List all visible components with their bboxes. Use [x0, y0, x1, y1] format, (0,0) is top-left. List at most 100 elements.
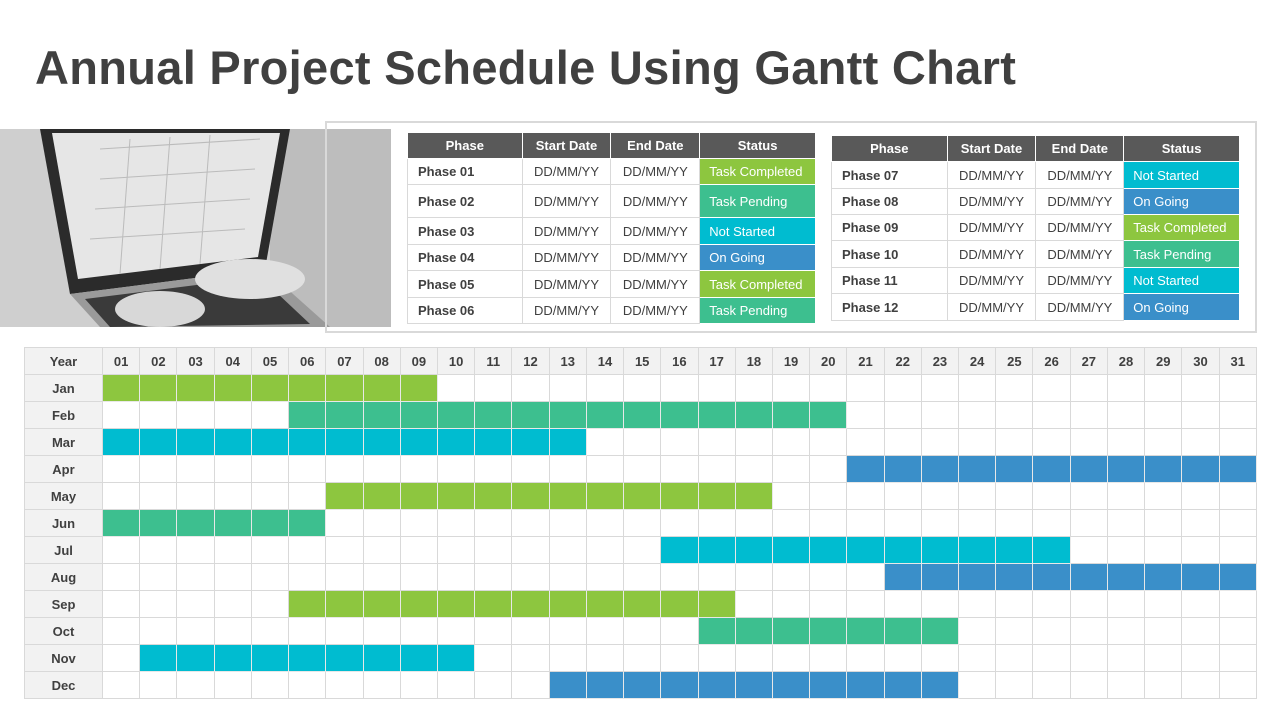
gantt-cell — [139, 482, 178, 510]
gantt-cell — [474, 455, 513, 483]
gantt-cell — [1144, 374, 1183, 402]
gantt-cell — [920, 401, 960, 429]
gantt-cell — [213, 590, 252, 618]
gantt-cell — [176, 617, 215, 645]
month-label: Jul — [24, 536, 103, 564]
gantt-cell — [623, 644, 662, 672]
gantt-cell — [1032, 401, 1071, 429]
gantt-cell — [288, 671, 327, 699]
gantt-bar-cell — [325, 428, 364, 456]
gantt-bar-cell — [623, 671, 662, 699]
day-header: 20 — [809, 347, 848, 375]
gantt-row-nov: Nov — [24, 644, 1258, 672]
table-row: Phase 01 DD/MM/YY DD/MM/YY Task Completed — [407, 158, 816, 185]
gantt-cell — [585, 563, 625, 591]
gantt-cell — [958, 374, 997, 402]
gantt-cell — [1032, 644, 1071, 672]
year-header: Year — [24, 347, 103, 375]
day-header: 13 — [548, 347, 587, 375]
day-header: 04 — [213, 347, 252, 375]
gantt-cell — [1144, 536, 1183, 564]
gantt-row-feb: Feb — [24, 401, 1258, 429]
gantt-cell — [548, 617, 587, 645]
end-date-cell: DD/MM/YY — [1035, 293, 1125, 321]
gantt-cell — [958, 671, 997, 699]
gantt-cell — [250, 482, 290, 510]
gantt-bar-cell — [995, 455, 1034, 483]
gantt-bar-cell — [734, 617, 773, 645]
gantt-bar-cell — [771, 617, 811, 645]
gantt-bar-cell — [250, 644, 290, 672]
gantt-cell — [958, 590, 997, 618]
end-date-cell: DD/MM/YY — [610, 297, 701, 324]
gantt-row-apr: Apr — [24, 455, 1258, 483]
gantt-cell — [1106, 374, 1146, 402]
gantt-bar-cell — [362, 401, 401, 429]
gantt-bar-cell — [697, 617, 736, 645]
end-date-cell: DD/MM/YY — [610, 184, 701, 218]
gantt-bar-cell — [1144, 563, 1183, 591]
gantt-cell — [474, 617, 513, 645]
gantt-bar-cell — [362, 374, 401, 402]
gantt-bar-cell — [660, 671, 699, 699]
gantt-cell — [250, 401, 290, 429]
gantt-bar-cell — [1144, 455, 1183, 483]
gantt-bar-cell — [325, 482, 364, 510]
gantt-bar-cell — [585, 671, 625, 699]
gantt-cell — [139, 401, 178, 429]
gantt-cell — [995, 428, 1034, 456]
gantt-cell — [585, 644, 625, 672]
gantt-cell — [1218, 671, 1258, 699]
gantt-cell — [213, 455, 252, 483]
day-header: 03 — [176, 347, 215, 375]
gantt-bar-cell — [920, 563, 960, 591]
gantt-cell — [1181, 644, 1220, 672]
gantt-cell — [1106, 509, 1146, 537]
gantt-bar-cell — [623, 590, 662, 618]
gantt-bar-cell — [213, 644, 252, 672]
day-header: 18 — [734, 347, 773, 375]
gantt-cell — [585, 509, 625, 537]
gantt-cell — [1069, 671, 1108, 699]
gantt-cell — [1106, 428, 1146, 456]
day-header: 15 — [623, 347, 662, 375]
gantt-cell — [697, 563, 736, 591]
gantt-cell — [771, 455, 811, 483]
gantt-cell — [101, 671, 141, 699]
gantt-bar-cell — [585, 401, 625, 429]
gantt-cell — [1069, 590, 1108, 618]
gantt-bar-cell — [474, 401, 513, 429]
gantt-cell — [474, 374, 513, 402]
gantt-cell — [1181, 590, 1220, 618]
gantt-cell — [883, 374, 922, 402]
gantt-bar-cell — [697, 401, 736, 429]
status-badge: On Going — [699, 244, 816, 271]
day-header: 27 — [1069, 347, 1108, 375]
gantt-cell — [660, 617, 699, 645]
gantt-cell — [1144, 428, 1183, 456]
gantt-cell — [920, 374, 960, 402]
gantt-cell — [176, 482, 215, 510]
gantt-bar-cell — [548, 401, 587, 429]
gantt-cell — [660, 374, 699, 402]
gantt-row-aug: Aug — [24, 563, 1258, 591]
col-start-date: Start Date — [946, 135, 1037, 162]
gantt-cell — [362, 509, 401, 537]
gantt-bar-cell — [920, 617, 960, 645]
gantt-cell — [101, 563, 141, 591]
gantt-cell — [1069, 401, 1108, 429]
day-header: 01 — [101, 347, 141, 375]
gantt-bar-cell — [1106, 563, 1146, 591]
gantt-bar-cell — [1032, 563, 1071, 591]
col-phase: Phase — [407, 132, 523, 159]
table-row: Phase 10 DD/MM/YY DD/MM/YY Task Pending — [831, 240, 1240, 268]
phase-cell: Phase 03 — [407, 217, 523, 245]
gantt-bar-cell — [325, 590, 364, 618]
gantt-cell — [958, 617, 997, 645]
end-date-cell: DD/MM/YY — [610, 270, 701, 298]
gantt-cell — [139, 617, 178, 645]
gantt-cell — [585, 617, 625, 645]
gantt-chart: Year 01 02 03 04 05 06 07 08 09 10 11 12 13 14 15 16 17 18… — [24, 347, 1258, 699]
month-label: Jun — [24, 509, 103, 537]
start-date-cell: DD/MM/YY — [521, 184, 612, 218]
